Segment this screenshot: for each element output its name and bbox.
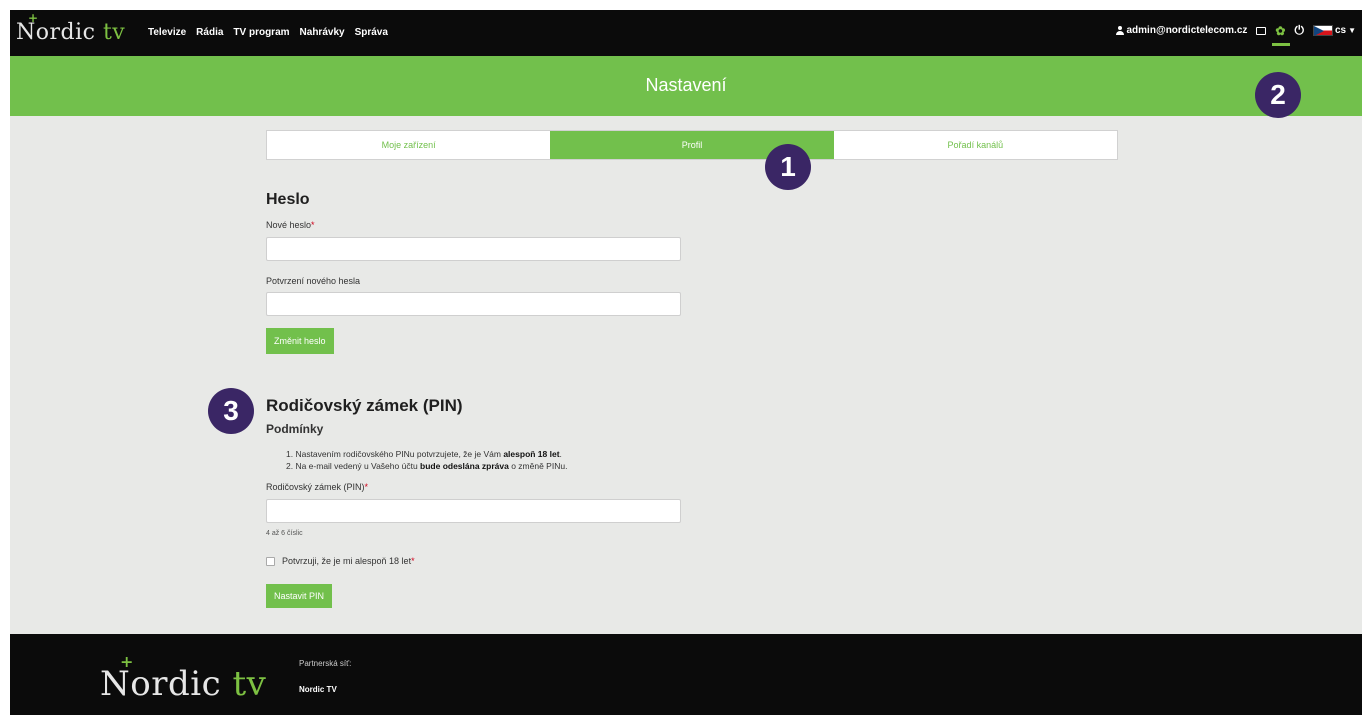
new-password-label-text: Nové heslo <box>266 220 312 230</box>
page-banner: Nastavení <box>10 56 1362 116</box>
confirm-password-label: Potvrzení nového hesla <box>266 276 361 286</box>
mail-icon[interactable] <box>1256 26 1267 35</box>
logo-tv-text: tv <box>102 20 126 45</box>
nav-link-tv-program[interactable]: TV program <box>233 27 289 38</box>
nav-link-radia[interactable]: Rádia <box>196 27 223 38</box>
tab-moje-zarizeni[interactable]: Moje zařízení <box>267 131 550 159</box>
user-icon <box>1115 26 1124 35</box>
age-confirm-checkbox[interactable] <box>266 556 275 566</box>
chevron-down-icon: ▼ <box>1348 26 1356 35</box>
required-mark: * <box>311 220 315 230</box>
set-pin-button[interactable]: Nastavit PIN <box>266 584 333 608</box>
app-frame: + Nordic tv Televize Rádia TV program Na… <box>10 10 1362 715</box>
required-mark: * <box>364 482 369 492</box>
pin-label: Rodičovský zámek (PIN)* <box>266 482 368 492</box>
user-account-link[interactable]: admin@nordictelecom.cz <box>1115 25 1248 36</box>
nav-link-sprava[interactable]: Správa <box>355 27 388 38</box>
logo-tv-text: tv <box>232 664 267 704</box>
pin-label-text: Rodičovský zámek (PIN) <box>266 482 365 492</box>
settings-active-indicator <box>1272 42 1291 46</box>
logo-text: Nordic <box>100 664 222 704</box>
page-footer: + Nordic tv Partnerská síť: Nordic TV <box>10 634 1362 715</box>
page-title: Nastavení <box>645 75 727 95</box>
condition-item: 2. Na e-mail vedený u Vašeho účtu bude o… <box>286 461 568 471</box>
partner-label: Partnerská síť: <box>299 659 352 668</box>
main-nav: Televize Rádia TV program Nahrávky Správ… <box>148 27 388 38</box>
settings-tabs: Moje zařízení Profil Pořadí kanálů <box>266 130 1118 160</box>
new-password-input[interactable] <box>266 237 681 261</box>
power-icon[interactable]: ⏻ <box>1294 23 1304 38</box>
nav-link-nahravky[interactable]: Nahrávky <box>300 27 345 38</box>
password-heading: Heslo <box>266 191 310 208</box>
condition-item: 1. Nastavením rodičovského PINu potvrzuj… <box>286 449 562 459</box>
conditions-heading: Podmínky <box>266 422 324 436</box>
annotation-badge-2: 2 <box>1255 72 1301 118</box>
tab-poradi-kanalu[interactable]: Pořadí kanálů <box>834 131 1117 159</box>
top-navbar: + Nordic tv Televize Rádia TV program Na… <box>10 10 1362 56</box>
gear-icon: ✿ <box>1275 23 1286 38</box>
settings-button[interactable]: ✿ <box>1272 23 1291 46</box>
pin-hint: 4 až 6 číslic <box>266 530 303 537</box>
user-toolbar: admin@nordictelecom.cz ✿ ⏻ cs ▼ <box>1115 23 1356 46</box>
pin-heading: Rodičovský zámek (PIN) <box>266 396 463 415</box>
logo-plus-icon: + <box>120 652 134 671</box>
change-password-button[interactable]: Změnit heslo <box>266 328 334 354</box>
nav-link-televize[interactable]: Televize <box>148 27 186 38</box>
confirm-password-input[interactable] <box>266 292 681 316</box>
czech-flag-icon <box>1312 25 1333 36</box>
pin-input[interactable] <box>266 499 681 523</box>
language-code: cs <box>1334 25 1347 36</box>
footer-logo[interactable]: + Nordic tv <box>100 652 267 704</box>
language-selector[interactable]: cs ▼ <box>1312 25 1356 36</box>
age-confirm-row: Potvrzuji, že je mi alespoň 18 let* <box>266 556 415 566</box>
logo-plus-icon: + <box>28 11 39 25</box>
nordic-tv-logo[interactable]: + Nordic tv <box>16 11 126 45</box>
user-email: admin@nordictelecom.cz <box>1126 25 1248 36</box>
annotation-badge-1: 1 <box>765 144 811 190</box>
age-confirm-label[interactable]: Potvrzuji, že je mi alespoň 18 let* <box>282 556 415 566</box>
new-password-label: Nové heslo* <box>266 220 315 230</box>
annotation-badge-3: 3 <box>208 388 254 434</box>
conditions-list: 1. Nastavením rodičovského PINu potvrzuj… <box>286 448 567 472</box>
partner-name[interactable]: Nordic TV <box>299 685 337 694</box>
